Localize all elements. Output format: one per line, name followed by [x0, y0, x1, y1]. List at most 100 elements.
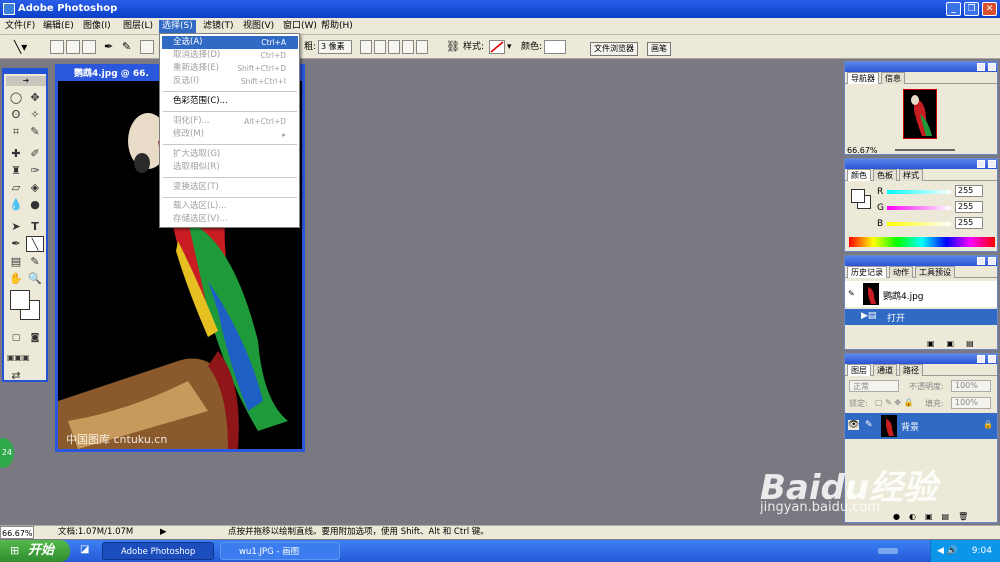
tab-tool-presets[interactable]: 工具预设 [915, 266, 955, 278]
standard-mode-icon[interactable]: ▢ [7, 330, 25, 346]
foreground-color-swatch[interactable] [10, 290, 30, 310]
menu-select[interactable]: 选择(S) [159, 20, 196, 33]
tab-paths[interactable]: 路径 [899, 364, 923, 376]
crop-tool-icon[interactable]: ⌗ [7, 124, 25, 140]
language-bar-icon[interactable] [878, 548, 898, 554]
task-photoshop[interactable]: Adobe Photoshop [102, 542, 214, 560]
navigator-thumbnail[interactable] [903, 89, 937, 139]
panel-close-icon[interactable] [988, 355, 996, 363]
menu-image[interactable]: 图像(I) [80, 20, 114, 33]
create-new-shape-icon[interactable] [360, 40, 372, 54]
tab-layers[interactable]: 图层 [847, 364, 871, 376]
tab-info[interactable]: 信息 [881, 72, 905, 84]
screen-mode-icons[interactable]: ▣▣▣ [7, 350, 30, 366]
paint-bucket-icon[interactable]: ◈ [26, 180, 44, 196]
navigator-zoom[interactable]: 66.67% [847, 146, 878, 155]
exclude-shape-icon[interactable] [416, 40, 428, 54]
slice-tool-icon[interactable]: ✎ [26, 124, 44, 140]
subtract-shape-icon[interactable] [388, 40, 400, 54]
color-swatch[interactable] [544, 40, 566, 54]
tray-icons[interactable]: ◀ 🔊 [937, 540, 958, 562]
clone-stamp-icon[interactable]: ♜ [7, 163, 25, 179]
layer-footer-icons[interactable]: ●◐▣▤🗑 [893, 512, 977, 521]
panel-minimize-icon[interactable] [977, 355, 985, 363]
menu-layer[interactable]: 图层(L) [120, 20, 156, 33]
tab-brushes[interactable]: 画笔 [647, 42, 671, 56]
panel-minimize-icon[interactable] [977, 257, 985, 265]
tab-navigator[interactable]: 导航器 [847, 72, 879, 84]
menu-item-inverse[interactable]: 反选(I) Shift+Ctrl+I [162, 75, 298, 88]
menu-item-color-range[interactable]: 色彩范围(C)... [162, 95, 298, 108]
restore-button[interactable]: ❐ [964, 2, 979, 16]
opacity-input[interactable]: 100% [951, 380, 991, 392]
add-shape-icon[interactable] [374, 40, 386, 54]
weight-input[interactable]: 3 像素 [318, 40, 352, 54]
intersect-shape-icon[interactable] [402, 40, 414, 54]
tab-styles[interactable]: 样式 [899, 169, 923, 181]
shape-layers-icon[interactable] [50, 40, 64, 54]
healing-brush-icon[interactable]: ✚ [7, 146, 25, 162]
eraser-tool-icon[interactable]: ▱ [7, 180, 25, 196]
menu-filter[interactable]: 滤镜(T) [200, 20, 237, 33]
panel-close-icon[interactable] [988, 160, 996, 168]
tab-color[interactable]: 颜色 [847, 169, 871, 181]
link-icon[interactable]: ⛓ [446, 40, 460, 54]
jump-to-imageready-icon[interactable]: ⇄ [7, 368, 25, 384]
history-snapshot[interactable]: ✎ 鹦鹉4.jpg [845, 281, 997, 307]
tab-history[interactable]: 历史记录 [847, 266, 887, 278]
move-tool-icon[interactable]: ✥ [26, 90, 44, 106]
tab-actions[interactable]: 动作 [889, 266, 913, 278]
freeform-pen-icon[interactable]: ✎ [122, 40, 131, 54]
panel-minimize-icon[interactable] [977, 63, 985, 71]
tab-swatches[interactable]: 色板 [873, 169, 897, 181]
menu-help[interactable]: 帮助(H) [318, 20, 356, 33]
marquee-tool-icon[interactable]: ◯ [7, 90, 25, 106]
hand-tool-icon[interactable]: ✋ [7, 271, 25, 287]
clock[interactable]: 9:04 [972, 546, 992, 556]
line-tool-icon[interactable]: ╲▾ [14, 40, 27, 54]
status-zoom[interactable]: 66.67% [0, 526, 34, 539]
fill-input[interactable]: 100% [951, 397, 991, 409]
menu-item-load-selection[interactable]: 载入选区(L)... [162, 200, 298, 213]
lock-icons[interactable]: ▢ ✎ ✥ 🔒 [875, 398, 914, 407]
menu-file[interactable]: 文件(F) [2, 20, 38, 33]
blend-mode-select[interactable]: 正常 [849, 380, 899, 392]
menu-item-feather[interactable]: 羽化(F)... Alt+Ctrl+D [162, 115, 298, 128]
menu-item-save-selection[interactable]: 存储选区(V)... [162, 213, 298, 226]
r-input[interactable]: 255 [955, 185, 983, 197]
style-dropdown-icon[interactable]: ▾ [507, 40, 512, 54]
history-state-open[interactable]: ▶▤ 打开 [845, 309, 997, 325]
menu-window[interactable]: 窗口(W) [280, 20, 320, 33]
close-button[interactable]: ✕ [982, 2, 997, 16]
menu-item-modify[interactable]: 修改(M) ▸ [162, 128, 298, 141]
tab-channels[interactable]: 通道 [873, 364, 897, 376]
paths-icon[interactable] [66, 40, 80, 54]
g-slider[interactable] [887, 206, 951, 210]
eyedropper-icon[interactable]: ✎ [26, 254, 44, 270]
pen-tool-icon[interactable]: ✒ [104, 40, 113, 54]
status-doc-size[interactable]: 文档:1.07M/1.07M [58, 526, 133, 539]
minimize-button[interactable]: _ [946, 2, 961, 16]
lasso-tool-icon[interactable]: ʘ [7, 107, 25, 123]
magic-wand-icon[interactable]: ✧ [26, 107, 44, 123]
pen-tool-icon[interactable]: ✒ [7, 236, 25, 252]
layer-row-background[interactable]: 👁 ✎ 背景 🔒 [845, 413, 997, 439]
color-spectrum[interactable] [849, 237, 995, 247]
style-swatch[interactable] [489, 40, 505, 54]
fill-pixels-icon[interactable] [82, 40, 96, 54]
menu-item-transform-selection[interactable]: 变换选区(T) [162, 181, 298, 194]
zoom-slider[interactable] [895, 149, 955, 151]
visibility-eye-icon[interactable]: 👁 [848, 420, 860, 430]
fg-color-swatch[interactable] [851, 189, 865, 203]
tab-file-browser[interactable]: 文件浏览器 [590, 42, 638, 56]
toolbox-header-icon[interactable]: ➜ [6, 76, 46, 86]
brush-tool-icon[interactable]: ✐ [26, 146, 44, 162]
b-slider[interactable] [887, 222, 951, 226]
r-slider[interactable] [887, 190, 951, 194]
task-paint[interactable]: wu1.JPG - 画图 [220, 542, 340, 560]
quicklaunch-icon[interactable]: ◪ [80, 544, 89, 555]
panel-close-icon[interactable] [988, 257, 996, 265]
history-footer-icons[interactable]: ▣▣▤ [927, 339, 986, 348]
panel-close-icon[interactable] [988, 63, 996, 71]
path-select-icon[interactable]: ➤ [7, 219, 25, 235]
